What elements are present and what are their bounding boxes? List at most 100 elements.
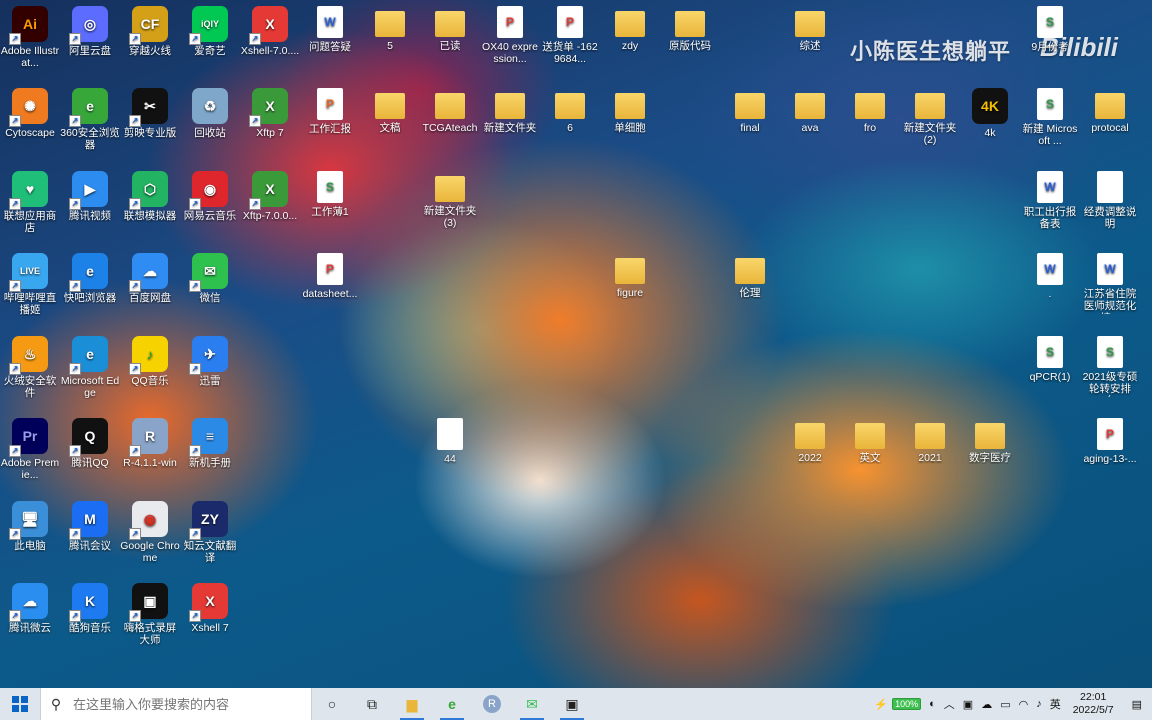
desktop-icon[interactable]: 经费调整说明 [1080, 167, 1140, 230]
shortcut-arrow-icon: ↗ [69, 363, 81, 375]
desktop-icon[interactable]: 已读 [420, 2, 480, 52]
desktop-icon[interactable]: X ↗ Xshell 7 [180, 579, 240, 634]
volume-icon[interactable]: ♪ [1032, 698, 1046, 710]
desktop-icon[interactable]: 英文 [840, 414, 900, 464]
show-hidden-icons-chevron-up-icon[interactable]: ︿ [940, 696, 959, 712]
desktop-icon[interactable]: 单细胞 [600, 84, 660, 134]
desktop-icon[interactable]: W 问题答疑 [300, 2, 360, 53]
taskbar-wechat[interactable]: ✉ [512, 688, 552, 720]
desktop-icon[interactable]: Pdatasheet... [300, 249, 360, 300]
task-view-button[interactable]: ⧉ [352, 688, 392, 720]
desktop-icon-label: ava [801, 122, 819, 134]
desktop-icon[interactable]: ♪ ↗ QQ音乐 [120, 332, 180, 387]
taskbar-360-browser[interactable]: e [432, 688, 472, 720]
desktop-icon-label: Adobe Illustrat... [0, 45, 60, 69]
desktop-icon[interactable]: ♥ ↗ 联想应用商店 [0, 167, 60, 234]
desktop-icon[interactable]: e ↗ 360安全浏览器 [60, 84, 120, 151]
desktop-icon[interactable]: Q ↗ 腾讯QQ [60, 414, 120, 469]
desktop-icon[interactable]: 伦理 [720, 249, 780, 299]
desktop-icon[interactable]: e ↗ Microsoft Edge [60, 332, 120, 399]
desktop-icon[interactable]: W 江苏省住院医师规范化培... [1080, 249, 1140, 314]
folder-icon [435, 176, 465, 202]
desktop-icon[interactable]: ▣ ↗ 嗨格式录屏大师 [120, 579, 180, 646]
wifi-icon[interactable]: ◠ [1015, 698, 1033, 711]
desktop-icon[interactable]: Pr ↗ Adobe Premie... [0, 414, 60, 481]
desktop-icon[interactable]: 综述 [780, 2, 840, 52]
cortana-button[interactable]: ○ [312, 688, 352, 720]
desktop-icon[interactable]: ◉ ↗ 网易云音乐 [180, 167, 240, 222]
desktop-icon[interactable]: 4K 4k [960, 84, 1020, 139]
desktop-icon[interactable]: ◎ ↗ 阿里云盘 [60, 2, 120, 57]
desktop-icon[interactable]: P OX40 expression... [480, 2, 540, 65]
desktop-icon[interactable]: P 工作汇报 [300, 84, 360, 135]
battery-icon[interactable]: ▭ [996, 698, 1014, 711]
desktop-icon[interactable]: S 工作薄1 [300, 167, 360, 218]
desktop-icon[interactable]: M ↗ 腾讯会议 [60, 497, 120, 552]
desktop-icon[interactable]: X ↗ Xftp 7 [240, 84, 300, 139]
desktop-icon[interactable]: ☁ ↗ 腾讯微云 [0, 579, 60, 634]
desktop-icon[interactable]: ✈ ↗ 迅雷 [180, 332, 240, 387]
desktop-icon[interactable]: 44 [420, 414, 480, 465]
desktop-icon[interactable]: 原版代码 [660, 2, 720, 52]
desktop-icon[interactable]: ☁ ↗ 百度网盘 [120, 249, 180, 304]
desktop-icon[interactable]: ava [780, 84, 840, 134]
desktop-icon[interactable]: ♻ 回收站 [180, 84, 240, 139]
desktop-icon[interactable]: TCGAteach [420, 84, 480, 134]
desktop-icon[interactable]: 2022 [780, 414, 840, 464]
desktop-icon[interactable]: fro [840, 84, 900, 134]
clock[interactable]: 22:01 2022/5/7 [1065, 691, 1122, 717]
desktop-icon[interactable]: ≡ ↗ 新机手册 [180, 414, 240, 469]
desktop-icon[interactable]: 数字医疗 [960, 414, 1020, 464]
notification-center-icon[interactable]: ▤ [1122, 698, 1152, 711]
desktop-icon[interactable]: ZY ↗ 知云文献翻译 [180, 497, 240, 564]
battery-indicator[interactable]: 100% [892, 698, 922, 710]
desktop-icon[interactable]: protocal [1080, 84, 1140, 134]
desktop-icon[interactable]: ✉ ↗ 微信 [180, 249, 240, 304]
desktop-icon[interactable]: 新建文件夹 [480, 84, 540, 134]
desktop-icon[interactable]: ♨ ↗ 火绒安全软件 [0, 332, 60, 399]
desktop-icon[interactable]: X ↗ Xftp-7.0.0... [240, 167, 300, 222]
desktop-icon[interactable]: S 2021级专硕轮转安排（... [1080, 332, 1140, 397]
desktop-icon[interactable]: ⬡ ↗ 联想模拟器 [120, 167, 180, 222]
desktop-icon[interactable]: 新建文件夹 (3) [420, 167, 480, 229]
desktop-icon[interactable]: ▶ ↗ 腾讯视频 [60, 167, 120, 222]
desktop-icon[interactable]: 5 [360, 2, 420, 52]
desktop-icon[interactable]: iQIY ↗ 爱奇艺 [180, 2, 240, 57]
taskbar-search-box[interactable]: ⚲ [40, 688, 312, 720]
desktop-icon[interactable]: 新建文件夹 (2) [900, 84, 960, 146]
desktop-icon[interactable]: Ai ↗ Adobe Illustrat... [0, 2, 60, 69]
desktop-icon[interactable]: 文稿 [360, 84, 420, 134]
desktop-icon[interactable]: LIVE ↗ 哔哩哔哩直播姬 [0, 249, 60, 316]
input-method-indicator[interactable]: 英 [1046, 696, 1065, 712]
desktop-icon[interactable]: R ↗ R-4.1.1-win [120, 414, 180, 469]
desktop-icon[interactable]: 🖥 ↗ 此电脑 [0, 497, 60, 552]
desktop-icon[interactable]: W 职工出行报备表 [1020, 167, 1080, 230]
taskbar-screen-recorder[interactable]: ▣ [552, 688, 592, 720]
power-icon[interactable]: ⚡ [870, 698, 892, 711]
desktop-icon[interactable]: figure [600, 249, 660, 299]
recorder-tray-icon[interactable]: ▣ [959, 698, 977, 711]
desktop-icon[interactable]: final [720, 84, 780, 134]
desktop-icon[interactable]: K ↗ 酷狗音乐 [60, 579, 120, 634]
desktop-icon[interactable]: 2021 [900, 414, 960, 464]
desktop-icon[interactable]: S 新建 Microsoft ... [1020, 84, 1080, 147]
desktop-icon[interactable]: S 9月份考 [1020, 2, 1080, 53]
start-button[interactable] [0, 688, 40, 720]
desktop-icon[interactable]: zdy [600, 2, 660, 52]
desktop-icon[interactable]: W. [1020, 249, 1080, 300]
desktop-icon[interactable]: ✂ ↗ 剪映专业版 [120, 84, 180, 139]
cloud-icon[interactable]: ☁ [977, 698, 996, 711]
desktop-icon[interactable]: P 送货单 -1629684... [540, 2, 600, 65]
desktop-icon[interactable]: CF ↗ 穿越火线 [120, 2, 180, 57]
desktop-icon[interactable]: Paging-13-... [1080, 414, 1140, 465]
desktop-icon[interactable]: X ↗ Xshell-7.0.... [240, 2, 300, 57]
app-tray-icon[interactable]: ◐ [925, 698, 940, 710]
search-input[interactable] [71, 695, 295, 713]
desktop-icon[interactable]: e ↗ 快吧浏览器 [60, 249, 120, 304]
desktop-icon[interactable]: ◉ ↗ Google Chrome [120, 497, 180, 564]
desktop-icon[interactable]: SqPCR(1) [1020, 332, 1080, 383]
taskbar-r-app[interactable]: R [472, 688, 512, 720]
desktop-icon[interactable]: ✺ ↗ Cytoscape [0, 84, 60, 139]
desktop-icon[interactable]: 6 [540, 84, 600, 134]
taskbar-file-explorer[interactable]: ▆ [392, 688, 432, 720]
